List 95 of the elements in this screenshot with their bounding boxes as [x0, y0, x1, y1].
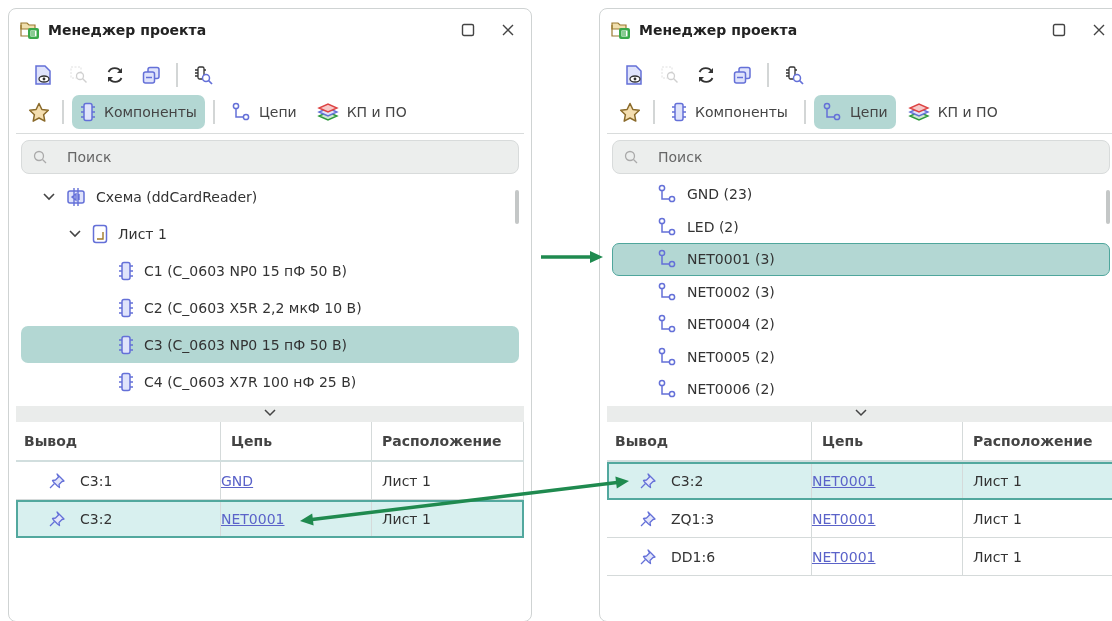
- tab[interactable]: Цепи: [813, 95, 896, 129]
- tab[interactable]: Компоненты: [72, 95, 205, 129]
- net-icon: [821, 102, 842, 122]
- tree-item[interactable]: NET0006 (2): [612, 373, 1110, 406]
- chip-icon: [118, 297, 134, 318]
- pushpin-icon: [639, 547, 657, 566]
- column-header[interactable]: Цепь: [221, 422, 372, 460]
- close-icon: [1092, 23, 1106, 37]
- tree-item[interactable]: C4 (C_0603 X7R 100 нФ 25 В): [21, 363, 519, 400]
- collapse-all-icon: [732, 65, 752, 85]
- chip-icon: [671, 102, 687, 122]
- net-link[interactable]: NET0001: [221, 510, 285, 527]
- window-title: Менеджер проекта: [639, 22, 798, 38]
- net-icon: [657, 379, 677, 400]
- column-header[interactable]: Вывод: [607, 422, 812, 460]
- net-icon: [657, 346, 677, 367]
- pushpin-icon: [48, 509, 66, 528]
- location-text: Лист 1: [382, 472, 431, 489]
- window-title: Менеджер проекта: [48, 22, 207, 38]
- location-text: Лист 1: [382, 510, 431, 527]
- folder-icon: [611, 20, 631, 40]
- net-icon: [230, 102, 251, 122]
- zoom-selection-icon: [661, 66, 679, 84]
- tree-item[interactable]: LED (2): [612, 210, 1110, 243]
- tab[interactable]: КП и ПО: [899, 95, 1006, 129]
- chip-icon: [118, 260, 134, 281]
- net-icon: [657, 216, 677, 237]
- net-link[interactable]: NET0001: [812, 548, 876, 565]
- tab[interactable]: КП и ПО: [308, 95, 415, 129]
- star-icon: [28, 101, 50, 123]
- tab[interactable]: Цепи: [222, 95, 305, 129]
- net-icon: [657, 281, 677, 302]
- tree-item[interactable]: NET0001 (3): [612, 243, 1110, 276]
- zoom-selection-icon: [70, 66, 88, 84]
- location-text: Лист 1: [973, 472, 1022, 489]
- search-field[interactable]: Поиск: [612, 140, 1110, 174]
- net-icon: [657, 184, 677, 205]
- pin-name: DD1:6: [671, 548, 716, 565]
- chip-icon: [80, 102, 96, 122]
- pushpin-icon: [48, 471, 66, 490]
- net-link[interactable]: GND: [221, 472, 254, 489]
- page-eye-icon: [34, 65, 52, 85]
- folder-icon: [20, 20, 40, 40]
- chevron-icon[interactable]: [68, 228, 82, 239]
- location-text: Лист 1: [973, 548, 1022, 565]
- scrollbar-thumb[interactable]: [515, 190, 519, 224]
- sheet-icon: [92, 223, 108, 244]
- table-row[interactable]: C3:2 NET0001 Лист 1: [16, 500, 524, 538]
- pin-name: C3:1: [80, 472, 113, 489]
- table-row[interactable]: DD1:6 NET0001 Лист 1: [607, 538, 1112, 576]
- pushpin-icon: [639, 471, 657, 490]
- tree-item[interactable]: Лист 1: [21, 215, 519, 252]
- refresh-icon: [105, 65, 125, 85]
- component-search-icon: [784, 65, 804, 85]
- table-row[interactable]: C3:2 NET0001 Лист 1: [607, 462, 1112, 500]
- component-search-icon: [193, 65, 213, 85]
- search-field[interactable]: Поиск: [21, 140, 519, 174]
- tree-item[interactable]: C1 (C_0603 NP0 15 пФ 50 В): [21, 252, 519, 289]
- column-header[interactable]: Расположение: [372, 422, 524, 460]
- net-icon: [657, 314, 677, 335]
- tree-item[interactable]: NET0002 (3): [612, 275, 1110, 308]
- refresh-icon: [696, 65, 716, 85]
- chevron-icon[interactable]: [42, 191, 56, 202]
- schematic-icon: [66, 186, 86, 207]
- column-header[interactable]: Цепь: [812, 422, 963, 460]
- tree-item[interactable]: C2 (C_0603 X5R 2,2 мкФ 10 В): [21, 289, 519, 326]
- square-icon: [1052, 23, 1066, 37]
- square-icon: [461, 23, 475, 37]
- scrollbar-thumb[interactable]: [1106, 190, 1110, 224]
- pin-name: C3:2: [671, 472, 704, 489]
- tree-item[interactable]: Схема (ddCardReader): [21, 178, 519, 215]
- layers-icon: [316, 102, 339, 122]
- tab[interactable]: Компоненты: [663, 95, 796, 129]
- location-text: Лист 1: [973, 510, 1022, 527]
- tree-item[interactable]: C3 (C_0603 NP0 15 пФ 50 В): [21, 326, 519, 363]
- net-icon: [657, 249, 677, 270]
- pin-name: C3:2: [80, 510, 113, 527]
- table-row[interactable]: ZQ1:3 NET0001 Лист 1: [607, 500, 1112, 538]
- page-eye-icon: [625, 65, 643, 85]
- tree-item[interactable]: NET0004 (2): [612, 308, 1110, 341]
- column-header[interactable]: Расположение: [963, 422, 1112, 460]
- column-header[interactable]: Вывод: [16, 422, 221, 460]
- tree-item[interactable]: NET0005 (2): [612, 340, 1110, 373]
- arrow: [541, 251, 603, 263]
- collapse-all-icon: [141, 65, 161, 85]
- close-icon: [501, 23, 515, 37]
- tree-item[interactable]: GND (23): [612, 178, 1110, 211]
- chip-icon: [118, 371, 134, 392]
- chip-icon: [118, 334, 134, 355]
- pin-name: ZQ1:3: [671, 510, 715, 527]
- net-link[interactable]: NET0001: [812, 472, 876, 489]
- pushpin-icon: [639, 509, 657, 528]
- net-link[interactable]: NET0001: [812, 510, 876, 527]
- layers-icon: [907, 102, 930, 122]
- star-icon: [619, 101, 641, 123]
